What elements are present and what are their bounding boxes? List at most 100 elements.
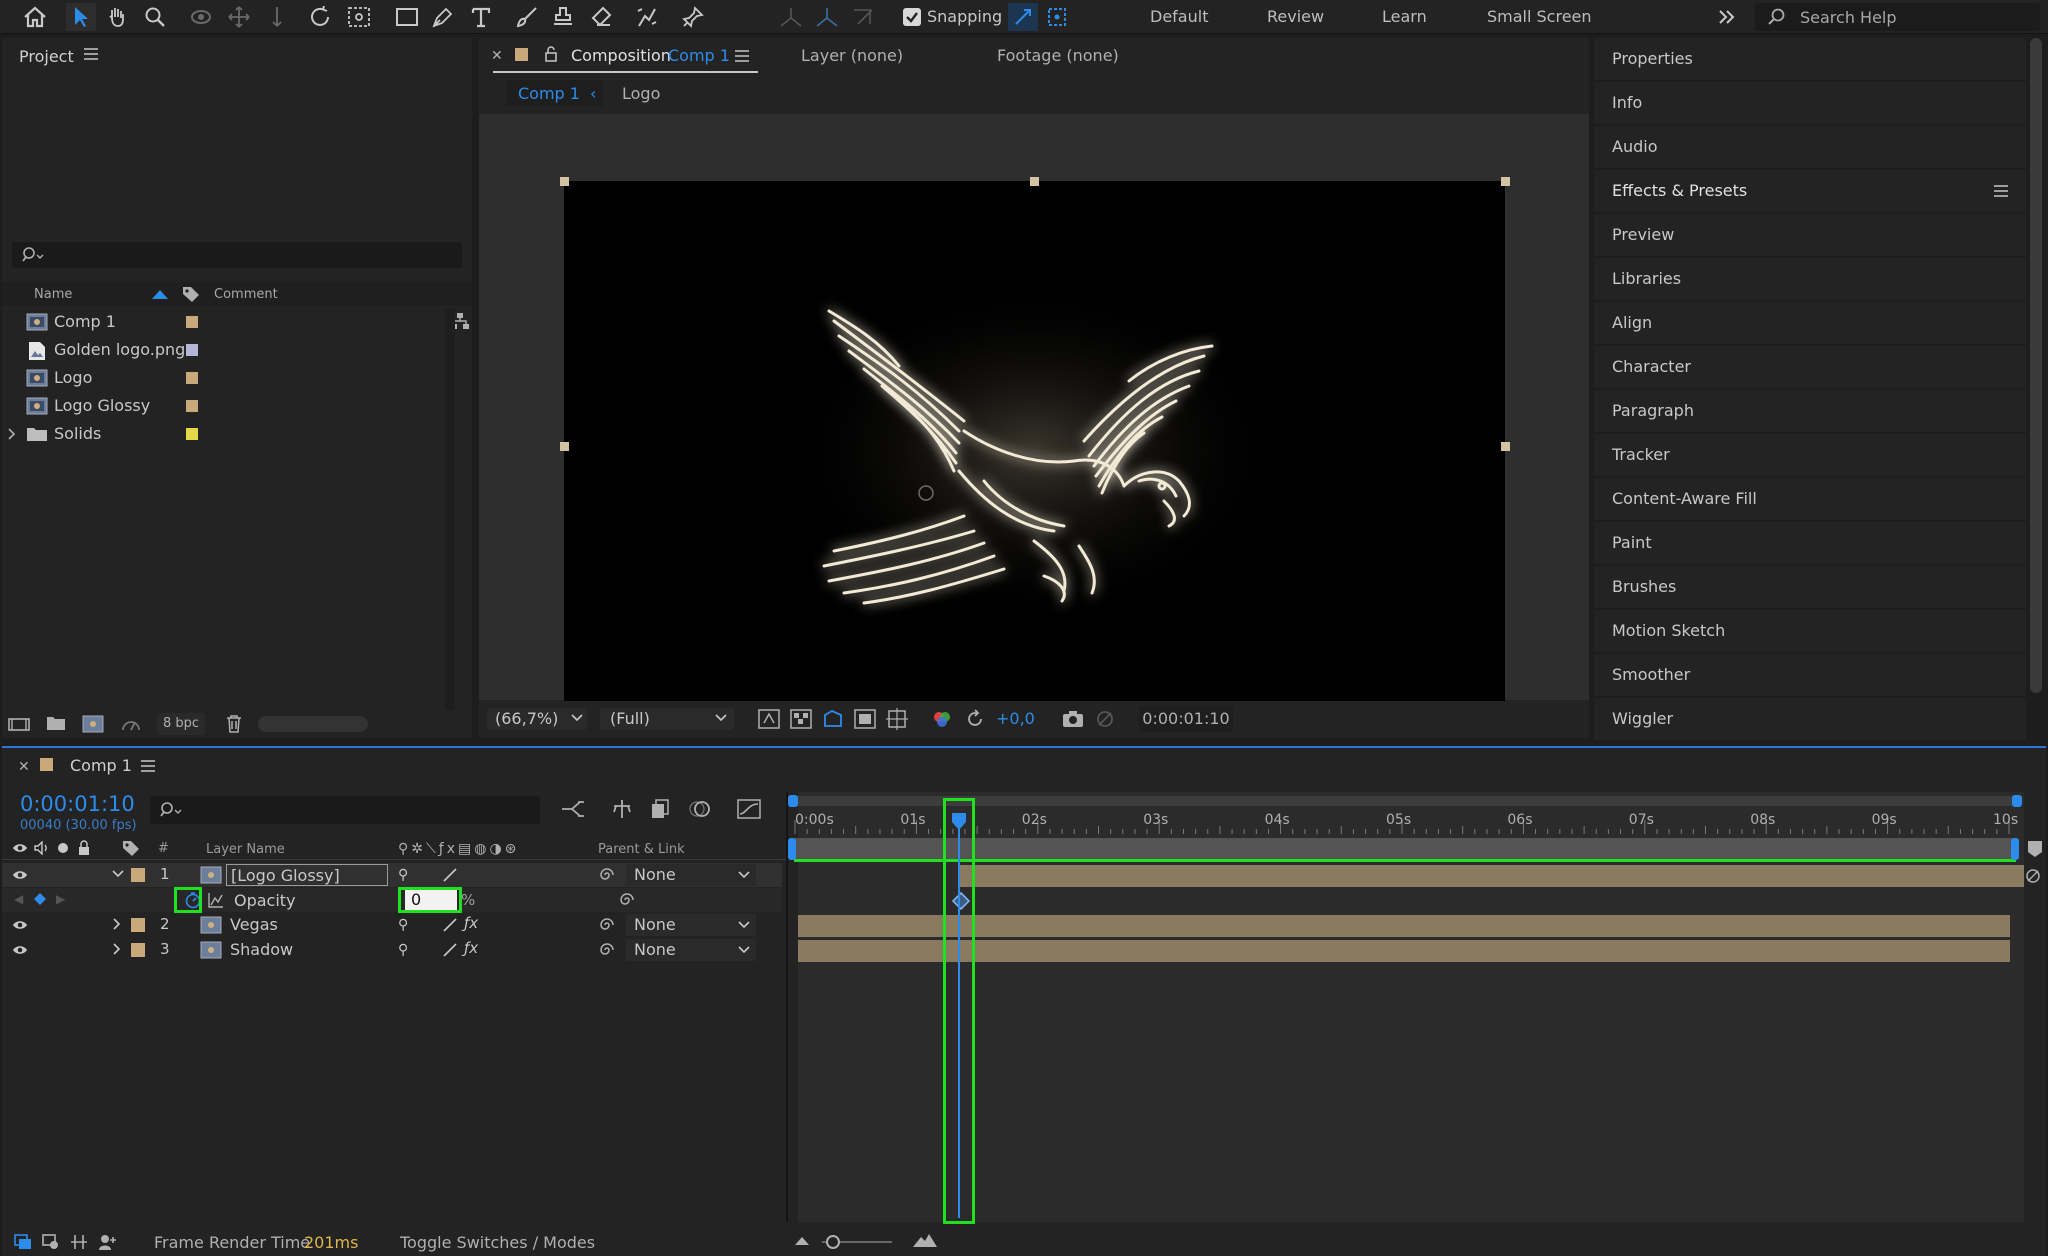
chevron-down-icon[interactable] bbox=[112, 870, 124, 878]
transform-handle[interactable] bbox=[1030, 177, 1039, 186]
right-panel-scrollbar[interactable] bbox=[2030, 38, 2042, 693]
lock-icon[interactable] bbox=[78, 840, 90, 856]
orbit-camera-icon[interactable] bbox=[186, 3, 216, 31]
comp-marker-bin-icon[interactable] bbox=[2027, 840, 2043, 858]
puppet-pin-icon[interactable] bbox=[678, 3, 708, 31]
project-item-golden-logo[interactable]: Golden logo.png bbox=[2, 337, 432, 363]
layer-name-header[interactable]: Layer Name bbox=[206, 842, 285, 857]
proxy-icon[interactable] bbox=[120, 715, 142, 733]
panel-align[interactable]: Align bbox=[1594, 302, 2026, 344]
fast-previews-icon[interactable] bbox=[758, 709, 780, 729]
snap-features-icon[interactable] bbox=[1042, 3, 1072, 31]
project-item-comp-1[interactable]: Comp 1 bbox=[2, 309, 432, 335]
panel-content-aware-fill[interactable]: Content-Aware Fill bbox=[1594, 478, 2026, 520]
resolution-dropdown[interactable]: (Full) bbox=[600, 708, 734, 730]
solo-switch-icon[interactable] bbox=[58, 843, 68, 853]
search-help-field[interactable]: Search Help bbox=[1755, 3, 2040, 31]
label-color-swatch[interactable] bbox=[131, 943, 145, 957]
roto-brush-icon[interactable] bbox=[632, 3, 662, 31]
label-color-swatch[interactable] bbox=[186, 316, 198, 328]
current-time-display[interactable]: 0:00:01:10 bbox=[20, 792, 135, 816]
footage-tab[interactable]: Footage (none) bbox=[997, 46, 1119, 65]
panel-info[interactable]: Info bbox=[1594, 82, 2026, 124]
name-column-header[interactable]: Name bbox=[34, 287, 72, 302]
chevron-right-icon[interactable] bbox=[113, 943, 121, 955]
panel-audio[interactable]: Audio bbox=[1594, 126, 2026, 168]
view-axis-icon[interactable] bbox=[848, 3, 878, 31]
exposure-value[interactable]: +0,0 bbox=[996, 709, 1035, 728]
time-navigator-bar[interactable] bbox=[792, 796, 2020, 806]
project-item-logo-glossy[interactable]: Logo Glossy bbox=[2, 393, 432, 419]
quality-switch-icon[interactable] bbox=[442, 942, 458, 958]
panel-libraries[interactable]: Libraries bbox=[1594, 258, 2026, 300]
shy-switch-icon[interactable]: ⚲ bbox=[398, 917, 408, 933]
home-icon[interactable] bbox=[20, 3, 50, 31]
new-composition-icon[interactable] bbox=[82, 715, 104, 733]
sort-ascending-icon[interactable] bbox=[152, 289, 168, 299]
in-out-stretch-icon[interactable] bbox=[70, 1233, 88, 1251]
pan-behind-tool-icon[interactable] bbox=[344, 3, 374, 31]
label-color-swatch[interactable] bbox=[131, 868, 145, 882]
close-tab-icon[interactable]: ✕ bbox=[491, 48, 503, 64]
work-area-start-handle[interactable] bbox=[788, 838, 796, 860]
layer-bar-3[interactable] bbox=[798, 940, 2010, 962]
panel-character[interactable]: Character bbox=[1594, 346, 2026, 388]
workspace-review[interactable]: Review bbox=[1267, 7, 1324, 26]
panel-motion-sketch[interactable]: Motion Sketch bbox=[1594, 610, 2026, 652]
pick-whip-icon[interactable] bbox=[598, 916, 616, 934]
panel-brushes[interactable]: Brushes bbox=[1594, 566, 2026, 608]
close-tab-icon[interactable]: ✕ bbox=[18, 759, 30, 775]
project-search-input[interactable] bbox=[12, 242, 462, 268]
selection-tool-icon[interactable] bbox=[66, 3, 96, 31]
shy-switch-icon[interactable]: ⚲ bbox=[398, 942, 408, 958]
layer-bar-2[interactable] bbox=[798, 915, 2010, 937]
comment-column-header[interactable]: Comment bbox=[214, 287, 278, 302]
label-color-swatch[interactable] bbox=[186, 372, 198, 384]
composition-mini-flowchart-icon[interactable] bbox=[560, 798, 586, 820]
reset-exposure-icon[interactable] bbox=[965, 709, 985, 729]
workspace-small-screen[interactable]: Small Screen bbox=[1487, 7, 1592, 26]
layer-switches-toggle-icon[interactable] bbox=[14, 1234, 32, 1250]
transform-handle[interactable] bbox=[560, 177, 569, 186]
graph-editor-icon[interactable] bbox=[736, 798, 762, 820]
project-item-logo[interactable]: Logo bbox=[2, 365, 432, 391]
layer-tab[interactable]: Layer (none) bbox=[801, 46, 903, 65]
snap-to-end-icon[interactable] bbox=[2024, 867, 2042, 885]
layer-row-1[interactable]: 1 [Logo Glossy] ⚲ None bbox=[2, 863, 782, 887]
label-tag-icon[interactable] bbox=[182, 286, 200, 302]
frame-blending-icon[interactable] bbox=[650, 798, 672, 820]
snapshot-camera-icon[interactable] bbox=[1062, 709, 1084, 729]
pick-whip-icon[interactable] bbox=[598, 866, 616, 884]
chevron-right-icon[interactable] bbox=[113, 918, 121, 930]
composition-viewer[interactable] bbox=[479, 114, 1589, 715]
project-item-solids-folder[interactable]: Solids bbox=[2, 421, 432, 447]
graph-icon[interactable] bbox=[208, 892, 224, 908]
composition-tab-label[interactable]: Composition bbox=[571, 46, 671, 65]
keyframe-diamond-icon[interactable] bbox=[34, 893, 46, 905]
eye-icon[interactable] bbox=[12, 868, 28, 882]
snap-edges-icon[interactable] bbox=[1008, 3, 1038, 31]
transparency-grid-icon[interactable] bbox=[790, 709, 812, 729]
expression-pick-whip-icon[interactable] bbox=[618, 891, 636, 909]
timeline-tab-name[interactable]: Comp 1 bbox=[70, 756, 132, 775]
layer-bar-1[interactable] bbox=[960, 865, 2024, 887]
snapping-checkbox[interactable] bbox=[903, 8, 921, 26]
lock-icon[interactable] bbox=[545, 46, 557, 62]
zoom-tool-icon[interactable] bbox=[140, 3, 170, 31]
next-keyframe-icon[interactable]: ▶ bbox=[56, 892, 65, 906]
layer-row-2[interactable]: 2 Vegas ⚲ ƒx None bbox=[2, 913, 782, 937]
panel-properties[interactable]: Properties bbox=[1594, 38, 2026, 80]
parent-dropdown[interactable]: None bbox=[626, 864, 756, 886]
hamburger-menu-icon[interactable] bbox=[735, 50, 749, 62]
shy-switch-icon[interactable]: ⚲ bbox=[398, 867, 408, 883]
transform-handle[interactable] bbox=[1501, 442, 1510, 451]
video-switch-icon[interactable] bbox=[12, 841, 28, 855]
pick-whip-icon[interactable] bbox=[598, 941, 616, 959]
hand-tool-icon[interactable] bbox=[102, 3, 132, 31]
label-color-swatch[interactable] bbox=[131, 918, 145, 932]
layer-name[interactable]: Shadow bbox=[230, 940, 293, 959]
layer-name[interactable]: Vegas bbox=[230, 915, 278, 934]
label-tag-icon[interactable] bbox=[122, 840, 140, 856]
eye-icon[interactable] bbox=[12, 918, 28, 932]
parent-dropdown[interactable]: None bbox=[626, 939, 756, 961]
